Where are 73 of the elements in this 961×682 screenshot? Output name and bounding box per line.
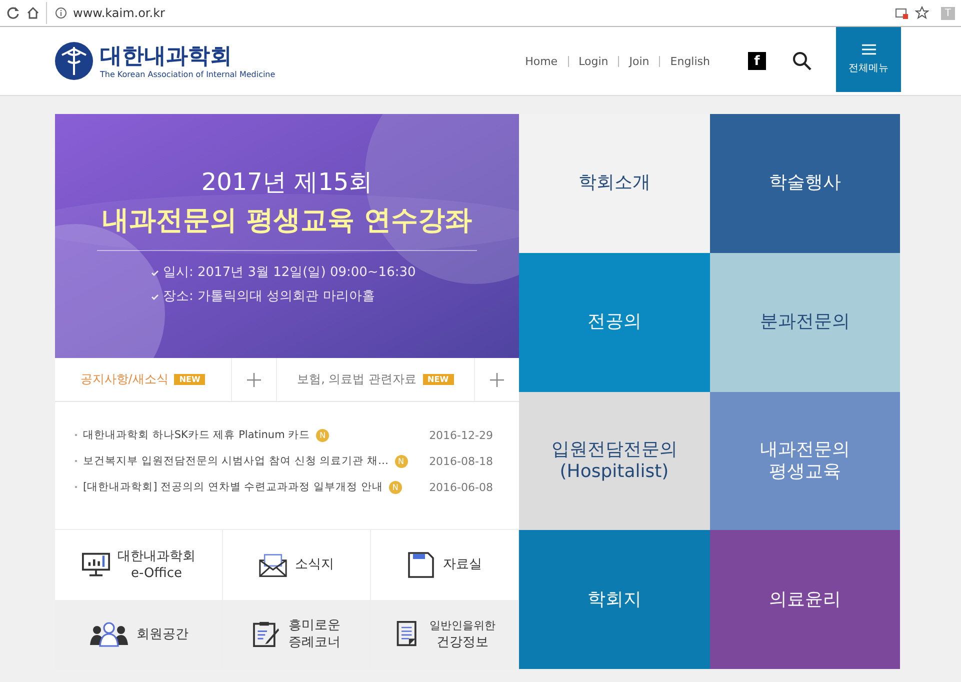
address-bar[interactable]: www.kaim.or.kr [46, 2, 889, 24]
quick-link-label: 회원공간 [136, 626, 188, 643]
reload-icon[interactable] [6, 6, 20, 20]
banner-year: 2017년 제15회 [201, 167, 373, 198]
menu-tile[interactable]: 학회지 [519, 530, 710, 669]
new-badge: NEW [174, 374, 206, 385]
tile-label: (Hospitalist) [560, 460, 669, 483]
new-badge: NEW [422, 374, 454, 385]
news-date: 2016-06-08 [429, 480, 493, 494]
tile-label: 분과전문의 [760, 311, 850, 334]
news-link[interactable]: 보건복지부 입원전담전문의 시범사업 참여 신청 의료기관 채… [83, 454, 389, 468]
quick-link[interactable]: 일반인을위한 건강정보 [371, 600, 519, 669]
plus-icon [246, 372, 261, 386]
new-badge: N [316, 428, 330, 442]
tile-label: 학회소개 [578, 172, 650, 194]
quick-link-label: e-Office [131, 564, 182, 582]
nav-link[interactable]: Login [578, 54, 608, 68]
banner-detail: 장소: 가톨릭의대 성의회관 마리아홀 [163, 288, 375, 306]
cast-icon[interactable] [894, 6, 909, 20]
home-icon[interactable] [26, 6, 40, 20]
news-tab[interactable]: 보험, 의료법 관련자료 NEW [276, 358, 474, 401]
news-link[interactable]: 대한내과학회 하나SK카드 제휴 Platinum 카드 [83, 428, 310, 442]
tile-label: 전공의 [587, 311, 642, 334]
clipboard-pen-icon [252, 621, 280, 648]
new-badge: N [394, 454, 408, 468]
tile-label: 학회지 [587, 588, 642, 611]
menu-icon [862, 44, 876, 55]
tile-label: 평생교육 [768, 460, 841, 483]
quick-link-label: 건강정보 [436, 634, 488, 652]
nav-link[interactable]: Home [525, 54, 558, 68]
plus-icon [490, 372, 504, 386]
banner-detail: 일시: 2017년 3월 12일(일) 09:00~16:30 [163, 264, 416, 282]
quick-link-label: 대한내과학회 [118, 548, 196, 565]
banner-title: 내과전문의 평생교육 연수강좌 [102, 204, 472, 238]
quick-link-label: 일반인을위한 [430, 618, 496, 634]
tile-label: 입원전담전문의 [551, 438, 678, 461]
monitor-icon [82, 552, 110, 578]
menu-tile[interactable]: 의료윤리 [710, 530, 900, 669]
star-icon[interactable] [914, 6, 929, 20]
quick-link[interactable]: 흥미로운 증례코너 [223, 600, 371, 669]
emblem-icon[interactable] [54, 41, 94, 81]
quick-link-label: 자료실 [443, 556, 482, 574]
menu-tile[interactable]: 학술행사 [710, 114, 900, 253]
news-link[interactable]: [대한내과학회] 전공의의 연차별 수련교과과정 일부개정 안내 [83, 480, 383, 494]
news-date: 2016-08-18 [429, 454, 493, 468]
nav-link[interactable]: English [670, 54, 710, 68]
url-text: www.kaim.or.kr [73, 6, 165, 20]
check-icon [151, 293, 159, 301]
search-icon[interactable] [792, 51, 812, 71]
check-icon [151, 269, 159, 277]
news-date: 2016-12-29 [429, 428, 493, 442]
quick-link-label: 소식지 [295, 556, 334, 574]
tile-label: 학술행사 [768, 172, 841, 194]
people-icon [88, 621, 128, 648]
tab-label: 공지사항/새소식 [80, 371, 168, 388]
tile-label: 내과전문의 [760, 438, 850, 461]
menu-tile[interactable]: 전공의 [519, 252, 710, 392]
logo-title[interactable]: 대한내과학회 [100, 44, 276, 70]
info-icon[interactable] [55, 7, 67, 19]
tab-label: 보험, 의료법 관련자료 [297, 371, 417, 388]
logo-subtitle: The Korean Association of Internal Medicine [100, 70, 276, 78]
event-banner[interactable]: 2017년 제15회 내과전문의 평생교육 연수강좌 일시: 2017년 3월 12일(일) 09:00~16:30 장소: 가톨릭의대 성의회관 마리아홀 [55, 114, 519, 358]
quick-link-label: 증례코너 [288, 634, 340, 652]
menu-tile[interactable]: 입원전담전문의 (Hospitalist) [519, 392, 710, 530]
envelope-icon [259, 552, 287, 578]
menu-button[interactable]: 전체메뉴 [836, 27, 901, 92]
menu-tile[interactable]: 분과전문의 [710, 252, 900, 392]
quick-link[interactable]: 회원공간 [55, 600, 223, 669]
nav-link[interactable]: Join [629, 54, 650, 68]
tile-label: 의료윤리 [768, 588, 841, 611]
facebook-button[interactable]: f [748, 52, 766, 70]
new-badge: N [388, 480, 402, 494]
quick-link-label: 흥미로운 [288, 617, 340, 634]
